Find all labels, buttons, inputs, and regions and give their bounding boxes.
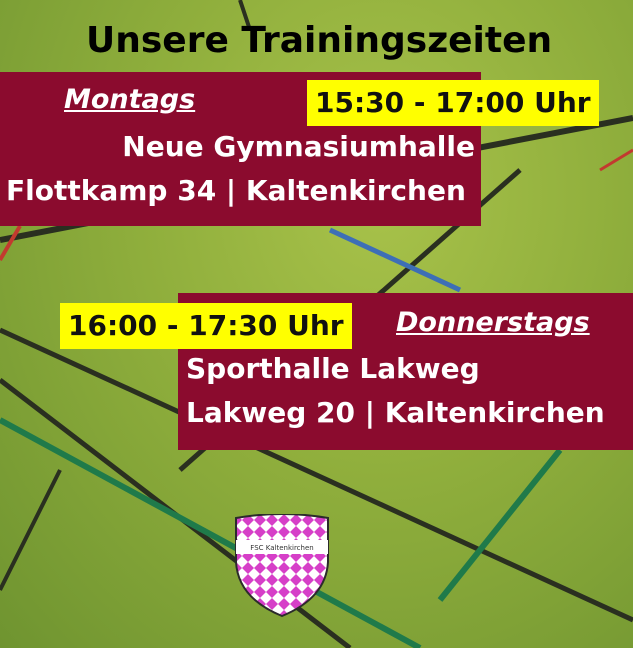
- venue-thursday: Sporthalle Lakweg: [186, 352, 480, 385]
- logo-text: FSC Kaltenkirchen: [250, 544, 313, 552]
- venue-monday: Neue Gymnasiumhalle: [122, 130, 475, 163]
- flyer: Unsere Trainingszeiten 15:30 - 17:00 Uhr…: [0, 0, 633, 648]
- time-badge-monday: 15:30 - 17:00 Uhr: [307, 80, 599, 126]
- club-crest-logo: FSC Kaltenkirchen: [235, 514, 329, 618]
- address-monday: Flottkamp 34 | Kaltenkirchen: [6, 174, 466, 207]
- page-title: Unsere Trainingszeiten: [86, 20, 553, 61]
- day-label-thursday: Donnerstags: [396, 307, 590, 338]
- address-thursday: Lakweg 20 | Kaltenkirchen: [186, 396, 605, 429]
- day-label-monday: Montags: [64, 84, 196, 115]
- time-badge-thursday: 16:00 - 17:30 Uhr: [60, 303, 352, 349]
